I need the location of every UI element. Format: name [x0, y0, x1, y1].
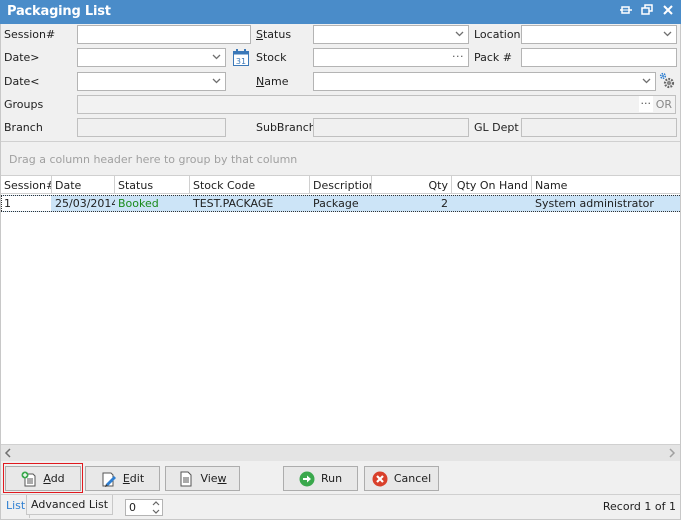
groups-ellipsis-button[interactable]: ···: [638, 96, 653, 112]
add-button-label: Add: [43, 472, 65, 485]
run-button[interactable]: Run: [283, 466, 358, 491]
cell-status: Booked: [118, 197, 159, 210]
date-to-label: Date<: [4, 75, 40, 88]
group-by-panel[interactable]: Drag a column header here to group by th…: [1, 141, 680, 176]
date-to-select[interactable]: [77, 72, 226, 91]
add-document-icon: [21, 471, 37, 487]
groups-or-toggle[interactable]: OR: [656, 98, 672, 111]
date-from-select[interactable]: [77, 48, 226, 67]
view-document-icon: [178, 471, 194, 487]
bottom-bar: List Advanced List 0 Record 1 of 1: [1, 494, 680, 519]
groups-label: Groups: [4, 98, 44, 111]
edit-document-icon: [101, 471, 117, 487]
status-select[interactable]: [313, 25, 469, 44]
name-label: Name: [256, 75, 289, 88]
chevron-down-icon: [663, 28, 672, 40]
pin-icon[interactable]: [618, 4, 634, 20]
scroll-left-icon[interactable]: [4, 445, 12, 464]
location-select[interactable]: [521, 25, 677, 44]
cell-description: Package: [313, 197, 359, 210]
view-button-label: View: [200, 472, 227, 485]
chevron-down-icon: [212, 75, 221, 87]
branch-input: [77, 118, 226, 137]
stock-label: Stock: [256, 51, 287, 64]
group-by-hint: Drag a column header here to group by th…: [9, 153, 298, 166]
groups-input[interactable]: ··· OR: [77, 95, 676, 114]
edit-button-label: Edit: [122, 472, 145, 485]
svg-text:31: 31: [236, 57, 246, 66]
spinner-arrows-icon[interactable]: [152, 500, 160, 517]
column-header-description[interactable]: Description: [310, 176, 372, 194]
run-arrow-icon: [299, 471, 315, 487]
location-label: Location: [474, 28, 521, 41]
spinner-value: 0: [129, 501, 136, 514]
restore-icon[interactable]: [639, 4, 655, 20]
close-icon[interactable]: [660, 4, 676, 20]
view-button[interactable]: View: [165, 466, 240, 491]
cell-stock-code: TEST.PACKAGE: [193, 197, 274, 210]
record-status: Record 1 of 1: [602, 500, 676, 513]
column-header-date[interactable]: Date: [52, 176, 115, 194]
settings-gears-icon[interactable]: [658, 72, 676, 93]
cell-qty: 2: [441, 197, 448, 210]
calendar-icon[interactable]: 31: [233, 49, 249, 69]
chevron-down-icon: [642, 75, 651, 87]
cell-name: System administrator: [535, 197, 654, 210]
date-from-label: Date>: [4, 51, 40, 64]
session-label: Session#: [4, 28, 56, 41]
horizontal-scrollbar[interactable]: [1, 444, 680, 461]
pack-label: Pack #: [474, 51, 513, 64]
edit-button[interactable]: Edit: [85, 466, 160, 491]
pack-input[interactable]: [521, 48, 677, 67]
packaging-grid: Session# Date Status Stock Code Descript…: [1, 176, 680, 444]
cancel-x-icon: [372, 471, 388, 487]
run-button-label: Run: [320, 472, 343, 485]
cell-date: 25/03/2014: [55, 197, 115, 210]
cell-session: 1: [4, 197, 11, 210]
page-spinner[interactable]: 0: [125, 499, 163, 516]
stock-input[interactable]: ···: [313, 48, 469, 67]
session-input[interactable]: [77, 25, 251, 44]
column-header-stock-code[interactable]: Stock Code: [190, 176, 310, 194]
column-header-qty[interactable]: Qty: [372, 176, 452, 194]
chevron-down-icon: [212, 51, 221, 63]
cancel-button[interactable]: Cancel: [364, 466, 439, 491]
subbranch-label: SubBranch: [256, 121, 316, 134]
name-select[interactable]: [313, 72, 656, 91]
window-title: Packaging List: [7, 4, 111, 19]
tab-advanced-list[interactable]: Advanced List: [26, 495, 114, 515]
column-header-status[interactable]: Status: [115, 176, 190, 194]
scroll-right-icon[interactable]: [668, 445, 676, 464]
status-label: Status: [256, 28, 292, 41]
gldept-label: GL Dept: [474, 121, 519, 134]
cancel-button-label: Cancel: [393, 472, 432, 485]
column-header-session[interactable]: Session#: [1, 176, 52, 194]
add-button[interactable]: Add: [5, 466, 81, 491]
gldept-input: [521, 118, 677, 137]
chevron-down-icon: [455, 28, 464, 40]
subbranch-input: [313, 118, 469, 137]
ellipsis-button[interactable]: ···: [452, 49, 464, 65]
column-header-qty-on-hand[interactable]: Qty On Hand: [452, 176, 532, 194]
title-bar: Packaging List: [0, 0, 681, 24]
branch-label: Branch: [4, 121, 43, 134]
column-header-name[interactable]: Name: [532, 176, 680, 194]
table-row[interactable]: 1 25/03/2014 Booked TEST.PACKAGE Package…: [1, 195, 680, 212]
